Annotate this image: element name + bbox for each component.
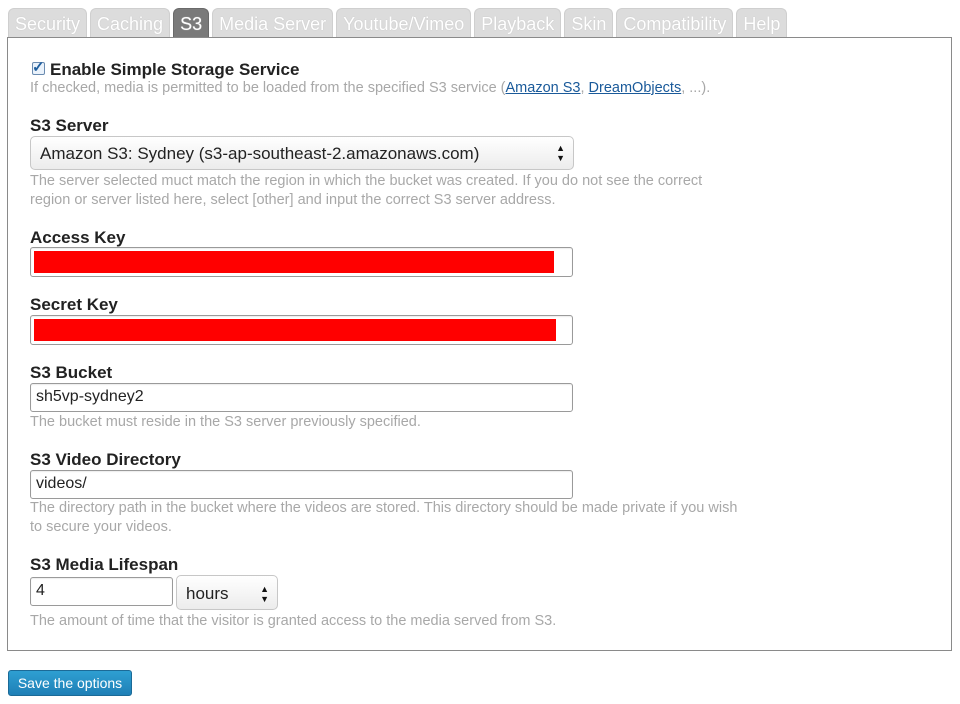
video-directory-input[interactable]: videos/ [30, 470, 573, 499]
tab-media-server[interactable]: Media Server [212, 8, 334, 37]
enable-s3-label[interactable]: Enable Simple Storage Service [50, 60, 299, 80]
video-directory-value: videos/ [36, 475, 87, 492]
redaction-bar [34, 251, 554, 273]
s3-bucket-label: S3 Bucket [30, 363, 113, 382]
video-directory-label: S3 Video Directory [30, 450, 181, 469]
secret-key-input[interactable] [30, 315, 573, 345]
tab-skin[interactable]: Skin [564, 8, 614, 37]
video-directory-description-line2: to secure your videos. [30, 519, 172, 535]
tab-s3[interactable]: S3 [173, 8, 210, 37]
select-arrows-icon: ▲ ▼ [260, 584, 269, 604]
s3-server-description-line1: The server selected muct match the regio… [30, 173, 703, 189]
s3-server-description-line2: region or server listed here, select [ot… [30, 192, 556, 208]
s3-bucket-input[interactable]: sh5vp-sydney2 [30, 383, 573, 412]
s3-bucket-value: sh5vp-sydney2 [36, 388, 144, 405]
media-lifespan-label: S3 Media Lifespan [30, 555, 179, 574]
s3-server-select[interactable]: Amazon S3: Sydney (s3-ap-southeast-2.ama… [30, 136, 574, 170]
checkmark-icon: ✓ [32, 59, 45, 76]
tab-security[interactable]: Security [8, 8, 88, 37]
tab-youtube-vimeo[interactable]: Youtube/Vimeo [336, 8, 472, 37]
dreamobjects-link[interactable]: DreamObjects [589, 80, 682, 96]
enable-desc-suffix: , ...). [681, 80, 711, 96]
tab-playback[interactable]: Playback [474, 8, 562, 37]
tab-caching[interactable]: Caching [90, 8, 171, 37]
media-lifespan-input[interactable]: 4 [30, 577, 173, 606]
s3-bucket-description: The bucket must reside in the S3 server … [30, 414, 421, 430]
tab-help[interactable]: Help [736, 8, 788, 37]
media-lifespan-value: 4 [36, 582, 45, 599]
enable-desc-sep: , [580, 80, 589, 96]
redaction-bar [34, 319, 556, 341]
enable-s3-checkbox[interactable]: ✓ [32, 59, 45, 76]
select-arrows-icon: ▲ ▼ [556, 143, 565, 163]
tab-compatibility[interactable]: Compatibility [616, 8, 734, 37]
access-key-label: Access Key [30, 228, 126, 247]
access-key-input[interactable] [30, 247, 573, 277]
lifespan-unit-select[interactable]: hours ▲ ▼ [176, 575, 278, 610]
s3-server-label: S3 Server [30, 116, 109, 135]
lifespan-unit-value: hours [186, 584, 229, 603]
s3-server-value: Amazon S3: Sydney (s3-ap-southeast-2.ama… [40, 144, 480, 163]
enable-desc-prefix: If checked, media is permitted to be loa… [30, 80, 506, 96]
tab-bar: Security Caching S3 Media Server Youtube… [8, 8, 790, 38]
video-directory-description-line1: The directory path in the bucket where t… [30, 500, 738, 516]
secret-key-label: Secret Key [30, 295, 118, 314]
media-lifespan-description: The amount of time that the visitor is g… [30, 613, 557, 629]
save-options-button[interactable]: Save the options [8, 670, 132, 696]
enable-s3-description: If checked, media is permitted to be loa… [30, 79, 710, 98]
amazon-s3-link[interactable]: Amazon S3 [506, 80, 581, 96]
